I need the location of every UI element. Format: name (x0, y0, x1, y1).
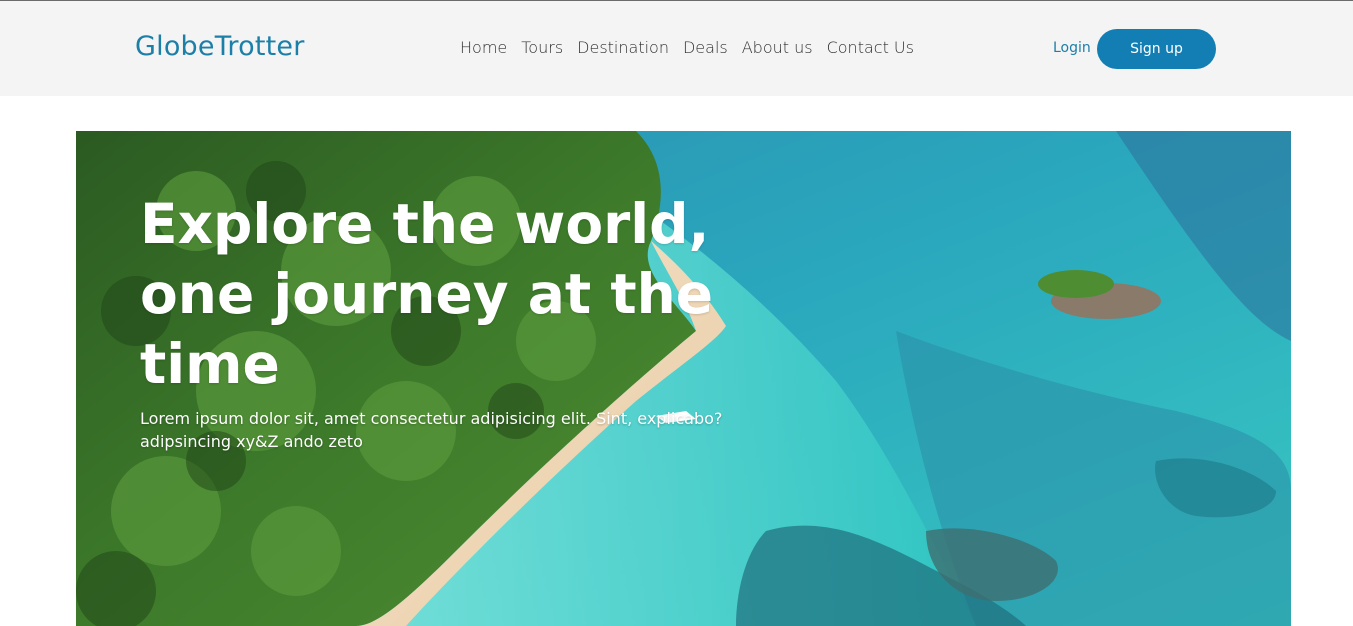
hero-title-line-2: one journey at the time (140, 262, 714, 396)
nav-contact-us[interactable]: Contact Us (827, 38, 914, 57)
nav-about-us[interactable]: About us (742, 38, 813, 57)
hero-subtitle: Lorem ipsum dolor sit, amet consectetur … (140, 407, 840, 453)
site-logo[interactable]: GlobeTrotter (135, 31, 305, 62)
navbar: GlobeTrotter Home Tours Destination Deal… (0, 1, 1353, 96)
hero-text-block: Explore the world, one journey at the ti… (140, 189, 860, 453)
hero-title: Explore the world, one journey at the ti… (140, 189, 860, 399)
nav-tours[interactable]: Tours (521, 38, 563, 57)
main-nav: Home Tours Destination Deals About us Co… (460, 38, 914, 57)
hero-subtitle-line-1: Lorem ipsum dolor sit, amet consectetur … (140, 409, 723, 428)
hero-subtitle-line-2: adipsincing xy&Z ando zeto (140, 432, 363, 451)
hero-title-line-1: Explore the world, (140, 192, 710, 256)
hero-section: Explore the world, one journey at the ti… (76, 131, 1291, 626)
nav-destination[interactable]: Destination (577, 38, 669, 57)
nav-home[interactable]: Home (460, 38, 507, 57)
signup-button[interactable]: Sign up (1097, 29, 1216, 69)
login-link[interactable]: Login (1053, 40, 1091, 56)
nav-deals[interactable]: Deals (683, 38, 728, 57)
